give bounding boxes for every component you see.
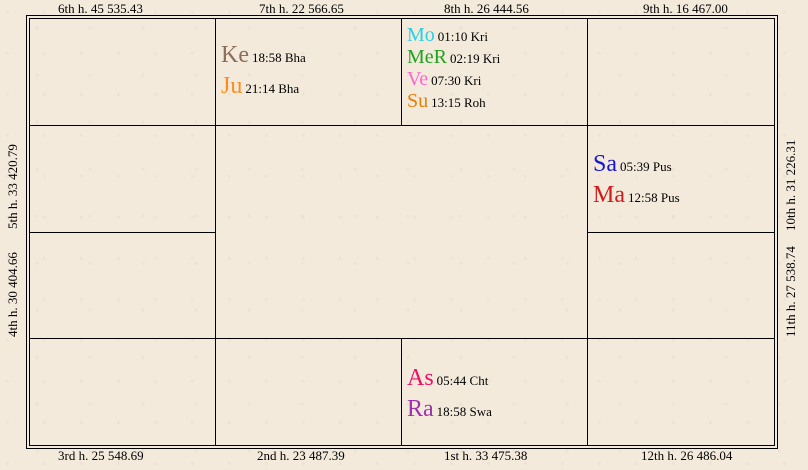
planet-ascendant-abbr: As: [407, 365, 434, 391]
house-3-label: 3rd h. 25 548.69: [58, 448, 144, 463]
house-8-label: 8th h. 26 444.56: [444, 1, 529, 16]
planet-ketu-abbr: Ke: [221, 42, 249, 68]
house-10-label: 10th h. 31 226.31: [783, 139, 798, 231]
house-2-label: 2nd h. 23 487.39: [257, 448, 345, 463]
grid-line-row-2-right: [587, 232, 775, 233]
house-11-label: 11th h. 27 538.74: [783, 246, 798, 337]
house-7-label: 7th h. 22 566.65: [259, 1, 344, 16]
house-5-label: 5th h. 33 420.79: [5, 144, 20, 229]
house-12-label: 12th h. 26 486.04: [641, 448, 733, 463]
planet-sun-abbr: Su: [407, 90, 429, 112]
grid-line-row-2-left: [29, 232, 216, 233]
grid-line-col-3: [587, 18, 588, 446]
planet-saturn: Sa 05:39 Pus: [593, 152, 672, 176]
house-9-label: 9th h. 16 467.00: [643, 1, 728, 16]
planet-jupiter-info: 21:14 Bha: [245, 81, 300, 96]
planet-ketu: Ke 18:58 Bha: [221, 43, 306, 67]
planet-jupiter: Ju 21:14 Bha: [221, 74, 299, 98]
planet-moon-abbr: Mo: [407, 24, 435, 46]
planet-mars-info: 12:58 Pus: [628, 190, 680, 205]
planet-moon-info: 01:10 Kri: [437, 29, 488, 44]
planet-sun: Su 13:15 Roh: [407, 91, 486, 112]
planet-ascendant-info: 05:44 Cht: [436, 373, 489, 388]
planet-rahu-abbr: Ra: [407, 396, 434, 422]
house-4-label: 4th h. 30 404.66: [5, 252, 20, 337]
grid-line-col-1: [215, 18, 216, 446]
grid-line-row-1: [29, 125, 775, 126]
planet-ascendant: As 05:44 Cht: [407, 366, 488, 390]
planet-sun-info: 13:15 Roh: [431, 95, 486, 110]
house-1-label: 1st h. 33 475.38: [444, 448, 528, 463]
grid-line-col-2-top: [401, 18, 402, 125]
planet-venus: Ve 07:30 Kri: [407, 69, 481, 90]
planet-mercury-abbr: MeR: [407, 46, 447, 68]
planet-jupiter-abbr: Ju: [221, 73, 243, 99]
grid-line-col-2-bottom: [401, 338, 402, 446]
planet-rahu: Ra 18:58 Swa: [407, 397, 492, 421]
planet-ketu-info: 18:58 Bha: [251, 50, 306, 65]
planet-mars: Ma 12:58 Pus: [593, 183, 680, 207]
planet-moon: Mo 01:10 Kri: [407, 25, 488, 46]
planet-rahu-info: 18:58 Swa: [436, 404, 492, 419]
house-6-label: 6th h. 45 535.43: [58, 1, 143, 16]
planet-mercury-info: 02:19 Kri: [450, 51, 501, 66]
planet-mercury-retro: MeR 02:19 Kri: [407, 47, 500, 68]
grid-line-row-3: [29, 338, 775, 339]
planet-saturn-info: 05:39 Pus: [620, 159, 672, 174]
planet-saturn-abbr: Sa: [593, 151, 617, 177]
planet-mars-abbr: Ma: [593, 182, 625, 208]
planet-venus-abbr: Ve: [407, 68, 429, 90]
planet-venus-info: 07:30 Kri: [431, 73, 482, 88]
